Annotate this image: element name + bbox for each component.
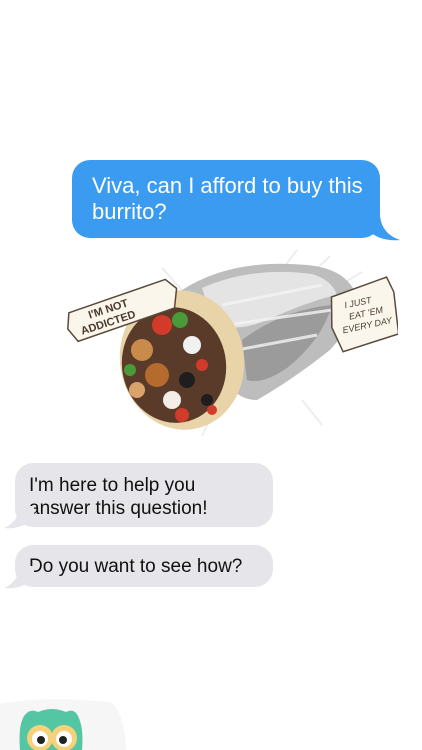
outgoing-message-text: Viva, can I afford to buy this burrito? [92,173,363,224]
owl-avatar-icon[interactable] [0,698,128,750]
burrito-image[interactable]: I'M NOT ADDICTED I JUST EAT 'EM EVERY DA… [62,250,398,436]
incoming-message-bubble[interactable]: Do you want to see how? [15,545,273,587]
outgoing-message-bubble[interactable]: Viva, can I afford to buy this burrito? [72,160,380,238]
incoming-message-text: I'm here to help you answer this questio… [29,475,208,519]
incoming-message-text: Do you want to see how? [29,556,243,577]
incoming-bubble-tail [4,566,34,589]
incoming-message-bubble[interactable]: I'm here to help you answer this questio… [15,463,273,527]
incoming-bubble-tail [4,506,34,529]
outgoing-bubble-tail [366,216,400,241]
